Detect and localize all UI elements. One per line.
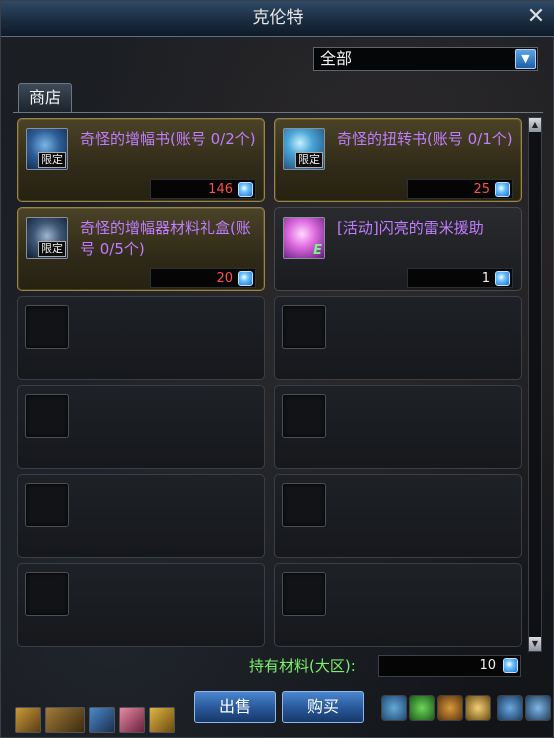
currency-icon <box>238 271 253 286</box>
chevron-down-icon[interactable]: ▼ <box>515 49 536 69</box>
hammer-icon: 限定 <box>26 217 68 259</box>
shop-grid: 限定 奇怪的增幅书(账号 0/2个) 146 限定 奇怪的扭转书(账号 0/1个… <box>13 112 543 652</box>
price-value: 20 <box>216 271 233 286</box>
scroll-down-icon[interactable]: ▼ <box>529 637 541 651</box>
item-slot <box>25 572 69 616</box>
currency-icon <box>495 182 510 197</box>
tp-icon[interactable] <box>381 695 407 721</box>
shop-item[interactable]: 限定 奇怪的增幅书(账号 0/2个) 146 <box>17 118 265 202</box>
scrollbar[interactable]: ▲ ▼ <box>528 117 542 652</box>
price-field: 146 <box>150 179 256 199</box>
event-mark: E <box>313 243 322 258</box>
check-icon[interactable] <box>409 695 435 721</box>
item-name: [活动]闪亮的雷米援助 <box>337 219 484 237</box>
item-slot <box>282 394 326 438</box>
limited-badge: 限定 <box>38 152 66 168</box>
window-title: 克伦特 <box>252 8 304 28</box>
quick-slot-bar <box>13 707 175 733</box>
price-value: 25 <box>473 182 490 197</box>
filter-selected-value: 全部 <box>320 49 353 68</box>
quick-slot-icon[interactable] <box>149 707 175 733</box>
item-slot <box>282 483 326 527</box>
empty-slot <box>17 474 265 558</box>
quick-slot-icon[interactable] <box>89 707 115 733</box>
currency-icon <box>503 658 518 673</box>
price-value: 146 <box>208 182 233 197</box>
empty-slot <box>274 296 522 380</box>
item-slot <box>282 305 326 349</box>
shop-item[interactable]: 限定 奇怪的扭转书(账号 0/1个) 25 <box>274 118 522 202</box>
currency-icon <box>495 271 510 286</box>
guild-icon[interactable] <box>437 695 463 721</box>
empty-slot <box>17 563 265 647</box>
limited-badge: 限定 <box>295 152 323 168</box>
item-slot <box>25 483 69 527</box>
item-slot <box>25 305 69 349</box>
shop-item[interactable]: 限定 奇怪的增幅器材料礼盒(账号 0/5个) 20 <box>17 207 265 291</box>
empty-slot <box>17 385 265 469</box>
monitor-icon[interactable] <box>497 695 523 721</box>
dungeon-icon[interactable] <box>465 695 491 721</box>
empty-slot <box>17 296 265 380</box>
item-name: 奇怪的增幅器材料礼盒(账号 0/5个) <box>80 219 251 258</box>
item-name: 奇怪的扭转书(账号 0/1个) <box>337 130 513 148</box>
currency-icon <box>238 182 253 197</box>
price-value: 1 <box>481 271 490 286</box>
quick-slot-icon[interactable] <box>45 707 85 733</box>
heart-icon[interactable] <box>119 707 145 733</box>
empty-slot <box>274 474 522 558</box>
scroll-up-icon[interactable]: ▲ <box>529 118 541 132</box>
price-field: 25 <box>407 179 513 199</box>
price-field: 20 <box>150 268 256 288</box>
material-label: 持有材料(大区): <box>249 657 356 675</box>
item-name: 奇怪的增幅书(账号 0/2个) <box>80 130 256 148</box>
filter-dropdown[interactable]: 全部 ▼ <box>313 47 538 71</box>
system-icon-bar <box>363 691 553 731</box>
quick-slot-icon[interactable] <box>15 707 41 733</box>
material-field: 10 <box>378 655 521 677</box>
empty-slot <box>274 385 522 469</box>
shop-item[interactable]: E [活动]闪亮的雷米援助 1 <box>274 207 522 291</box>
empty-slot <box>274 563 522 647</box>
book-icon: 限定 <box>26 128 68 170</box>
item-slot <box>282 572 326 616</box>
buy-button[interactable]: 购买 <box>282 691 364 723</box>
book-icon: 限定 <box>283 128 325 170</box>
sell-button[interactable]: 出售 <box>194 691 276 723</box>
title-bar: 克伦特 ✕ <box>1 1 554 37</box>
limited-badge: 限定 <box>38 241 66 257</box>
close-icon[interactable]: ✕ <box>525 6 547 28</box>
item-slot <box>25 394 69 438</box>
material-value: 10 <box>479 658 496 673</box>
settings-icon[interactable] <box>525 695 551 721</box>
price-field: 1 <box>407 268 513 288</box>
tab-shop[interactable]: 商店 <box>18 83 72 113</box>
shop-window: 克伦特 ✕ 全部 ▼ 商店 限定 奇怪的增幅书(账号 0/2个) 146 限定 … <box>0 0 554 738</box>
gem-icon: E <box>283 217 325 259</box>
